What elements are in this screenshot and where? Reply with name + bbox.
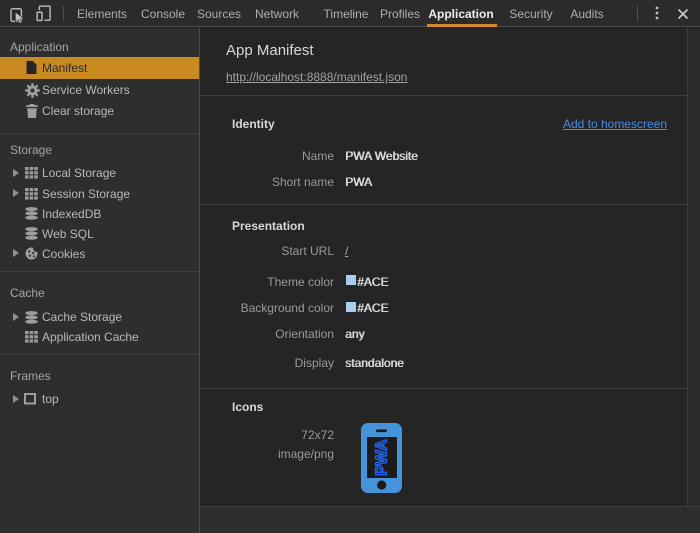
svg-text:PWA: PWA [374,439,391,476]
